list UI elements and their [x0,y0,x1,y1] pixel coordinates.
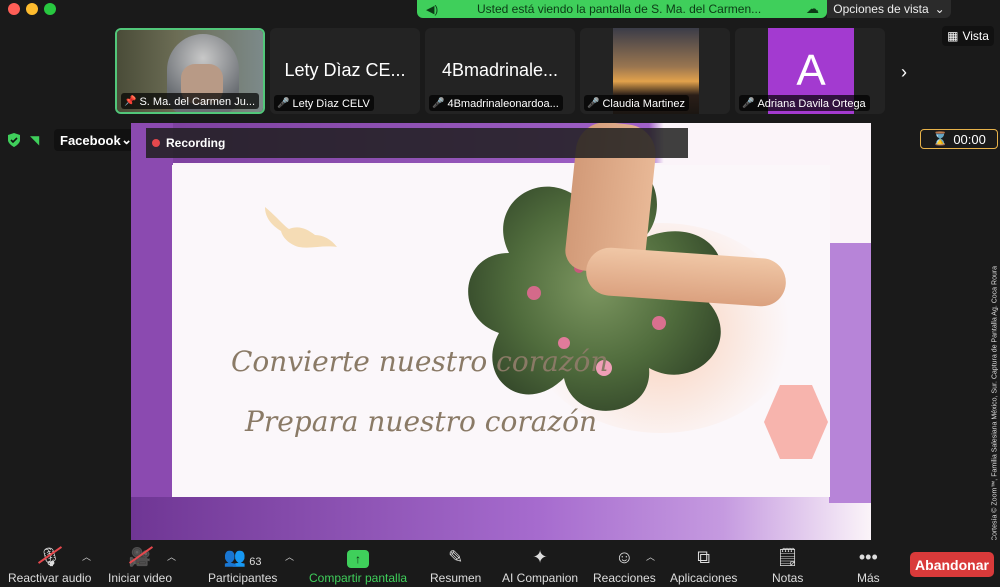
ellipsis-icon: ••• [858,547,878,567]
timer-value: 00:00 [953,131,986,147]
shield-icon[interactable] [7,133,21,147]
hourglass-icon: ⌛ [932,131,949,146]
ai-companion-label: AI Companion [502,571,579,585]
muted-mic-icon: 🎤 [432,98,445,109]
notes-button[interactable]: 🗒 Notas [772,544,803,585]
summary-label: Resumen [430,571,482,585]
summary-icon: ✎ [448,547,464,567]
slide-decoration [131,123,173,540]
meeting-toolbar: 🎙 Reactivar audio ︿ 🎥 Iniciar video ︿ 👥 6… [0,540,1000,587]
video-options-caret[interactable]: ︿ [167,550,176,563]
unmute-button[interactable]: 🎙 Reactivar audio [8,544,91,585]
meeting-timer[interactable]: ⌛ 00:00 [920,129,998,149]
participant-label: 🎤 4Bmadrinaleonardoa... [429,95,563,111]
audio-options-caret[interactable]: ︿ [82,550,91,563]
participant-label: 🎤 Claudia Martinez [584,95,689,111]
credit-text: Cortesía © Zoom™, Familia Salesiana Méxi… [991,265,999,542]
apps-icon: ⧉ [697,547,711,567]
connection-icon[interactable]: ◥ [30,133,39,147]
reactions-options-caret[interactable]: ︿ [646,550,655,563]
camera-off-icon: 🎥 [128,546,153,567]
apps-button[interactable]: ⧉ Aplicaciones [670,544,737,585]
more-button[interactable]: ••• Más [857,544,880,585]
start-video-button[interactable]: 🎥 Iniciar video [108,544,172,585]
participant-tile[interactable]: Lety Dìaz CE... 🎤 Lety Dìaz CELV [270,28,420,114]
participants-button[interactable]: 👥 63 Participantes [208,544,277,585]
participant-name: Lety Dìaz CELV [292,97,370,110]
start-video-label: Iniciar video [108,571,173,585]
view-button[interactable]: ▦ Vista [942,26,994,46]
participant-tile[interactable]: 🎤 Claudia Martinez [580,28,730,114]
screen-share-banner: ◀) Usted está viendo la pantalla de S. M… [417,0,827,18]
ai-companion-button[interactable]: ✦ AI Companion [502,544,578,585]
share-screen-label: Compartir pantalla [309,571,408,585]
view-button-label: Vista [962,29,989,43]
slide-text-line-1: Convierte nuestro corazón [231,345,609,378]
recording-label: Recording [166,136,226,150]
pin-icon: 📌 [124,96,137,107]
participant-name: 4Bmadrinaleonardoa... [447,97,559,110]
notes-icon: 🗒 [776,547,800,567]
participant-label: 🎤 Adriana Davila Ortega [739,95,870,111]
maximize-window-button[interactable] [44,3,56,15]
emoji-icon: ☺ [615,547,634,567]
reactions-label: Reacciones [593,571,656,585]
shared-screen: Convierte nuestro corazón Prepara nuestr… [131,123,871,540]
participants-count: 63 [249,556,262,568]
participant-big-name: 4Bmadrinale... [441,60,559,80]
participants-options-caret[interactable]: ︿ [285,550,294,563]
speaker-icon: ◀) [426,4,439,16]
share-screen-icon: ↑ [347,550,370,568]
slide-decoration [829,243,871,503]
participants-icon: 👥 63 [223,547,262,568]
participant-tile[interactable]: 📌 S. Ma. del Carmen Ju... [115,28,265,114]
participant-label: 📌 S. Ma. del Carmen Ju... [121,93,259,109]
participant-big-name: Lety Dìaz CE... [284,60,406,80]
view-options-label: Opciones de vista [833,2,929,16]
dove-icon [265,207,337,248]
apps-label: Aplicaciones [670,571,738,585]
minimize-window-button[interactable] [26,3,38,15]
slide-text-line-2: Prepara nuestro corazón [245,405,598,438]
more-label: Más [857,571,880,585]
grid-icon: ▦ [947,29,959,43]
share-banner-text: Usted está viendo la pantalla de S. Ma. … [477,2,762,16]
participant-strip: 📌 S. Ma. del Carmen Ju... Lety Dìaz CE..… [0,28,1000,114]
microphone-muted-icon: 🎙 [38,546,63,567]
view-options-button[interactable]: Opciones de vista ⌄ [827,0,951,18]
leave-meeting-button[interactable]: Abandonar [910,552,994,577]
record-dot-icon [152,139,160,147]
participants-label: Participantes [208,571,278,585]
share-screen-button[interactable]: ↑ Compartir pantalla [309,544,407,585]
muted-mic-icon: 🎤 [277,98,290,109]
participant-tile[interactable]: A 🎤 Adriana Davila Ortega [735,28,885,114]
participant-tile[interactable]: 4Bmadrinale... 🎤 4Bmadrinaleonardoa... [425,28,575,114]
sparkle-icon: ✦ [532,547,548,567]
participant-name: Claudia Martinez [602,97,685,110]
participant-label: 🎤 Lety Dìaz CELV [274,95,374,111]
livestream-dropdown[interactable]: Facebook ⌄ [54,129,138,151]
muted-mic-icon: 🎤 [587,98,600,109]
livestream-label: Facebook [60,132,121,148]
muted-mic-icon: 🎤 [742,98,755,109]
summary-button[interactable]: ✎ Resumen [430,544,481,585]
close-window-button[interactable] [8,3,20,15]
cloud-icon: ☁ [806,1,819,16]
chevron-down-icon: ⌄ [934,2,945,16]
slide-decoration [131,497,871,540]
participant-name: S. Ma. del Carmen Ju... [139,95,255,108]
participant-name: Adriana Davila Ortega [757,97,866,110]
unmute-label: Reactivar audio [8,571,92,585]
recording-indicator[interactable]: Recording [146,128,688,158]
chevron-right-icon[interactable]: › [901,62,907,83]
notes-label: Notas [772,571,804,585]
credit-caption: Cortesía © Zoom™, Familia Salesiana Méxi… [985,250,999,570]
